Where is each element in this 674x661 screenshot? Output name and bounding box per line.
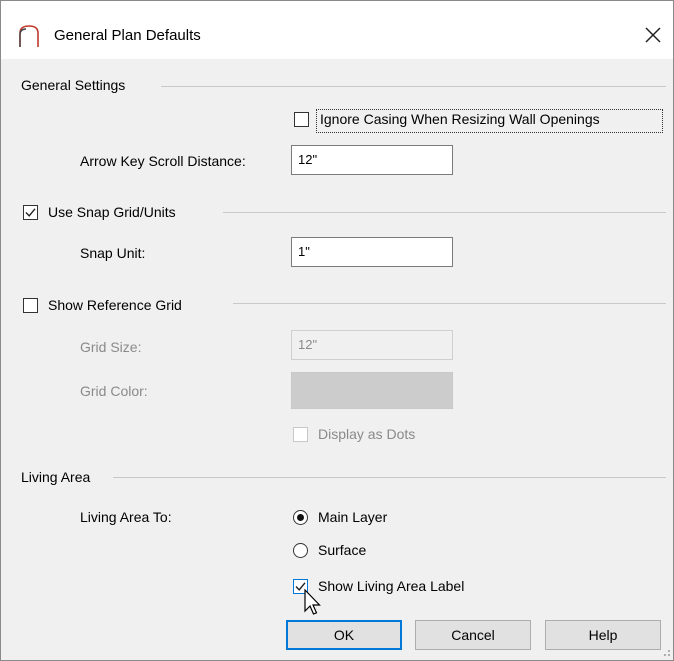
display-as-dots-label: Display as Dots [318,426,416,442]
use-snap-grid-checkbox[interactable] [23,205,38,220]
arch-icon [19,25,39,47]
arrow-key-scroll-input[interactable]: 12" [291,145,453,175]
living-area-to-label: Living Area To: [80,509,172,525]
arrow-key-scroll-label: Arrow Key Scroll Distance: [80,153,246,169]
surface-radio[interactable] [293,543,308,558]
grid-size-label: Grid Size: [80,339,142,355]
show-reference-grid-checkbox[interactable] [23,298,38,313]
ok-button[interactable]: OK [286,620,402,650]
mouse-cursor-icon [304,589,321,615]
window-title: General Plan Defaults [54,27,201,44]
group-divider [223,212,666,213]
help-button[interactable]: Help [545,620,661,650]
grid-color-label: Grid Color: [80,383,148,399]
use-snap-grid-label: Use Snap Grid/Units [48,204,176,220]
group-divider [233,303,666,304]
main-layer-label: Main Layer [318,509,388,525]
radio-selected-dot [297,514,304,521]
snap-unit-label: Snap Unit: [80,245,146,261]
show-living-area-label-text: Show Living Area Label [318,578,465,594]
show-reference-grid-label: Show Reference Grid [48,297,182,313]
ignore-casing-checkbox[interactable] [294,112,309,127]
resize-grip-icon[interactable] [661,647,671,657]
grid-color-swatch[interactable] [291,372,453,409]
group-divider [113,477,666,478]
checkmark-icon [25,208,36,217]
living-area-group-label: Living Area [21,469,91,485]
display-as-dots-checkbox[interactable] [293,427,308,442]
snap-unit-input[interactable]: 1" [291,237,453,267]
close-icon[interactable] [641,23,665,47]
group-divider [161,86,666,87]
grid-size-input[interactable]: 12" [291,330,453,360]
cancel-button[interactable]: Cancel [415,620,531,650]
surface-label: Surface [318,542,367,558]
general-settings-group-label: General Settings [21,77,126,93]
main-layer-radio[interactable] [293,510,308,525]
title-bar[interactable]: General Plan Defaults [1,1,673,59]
ignore-casing-label: Ignore Casing When Resizing Wall Opening… [320,111,600,127]
general-plan-defaults-dialog: General Plan Defaults General Settings I… [0,0,674,661]
